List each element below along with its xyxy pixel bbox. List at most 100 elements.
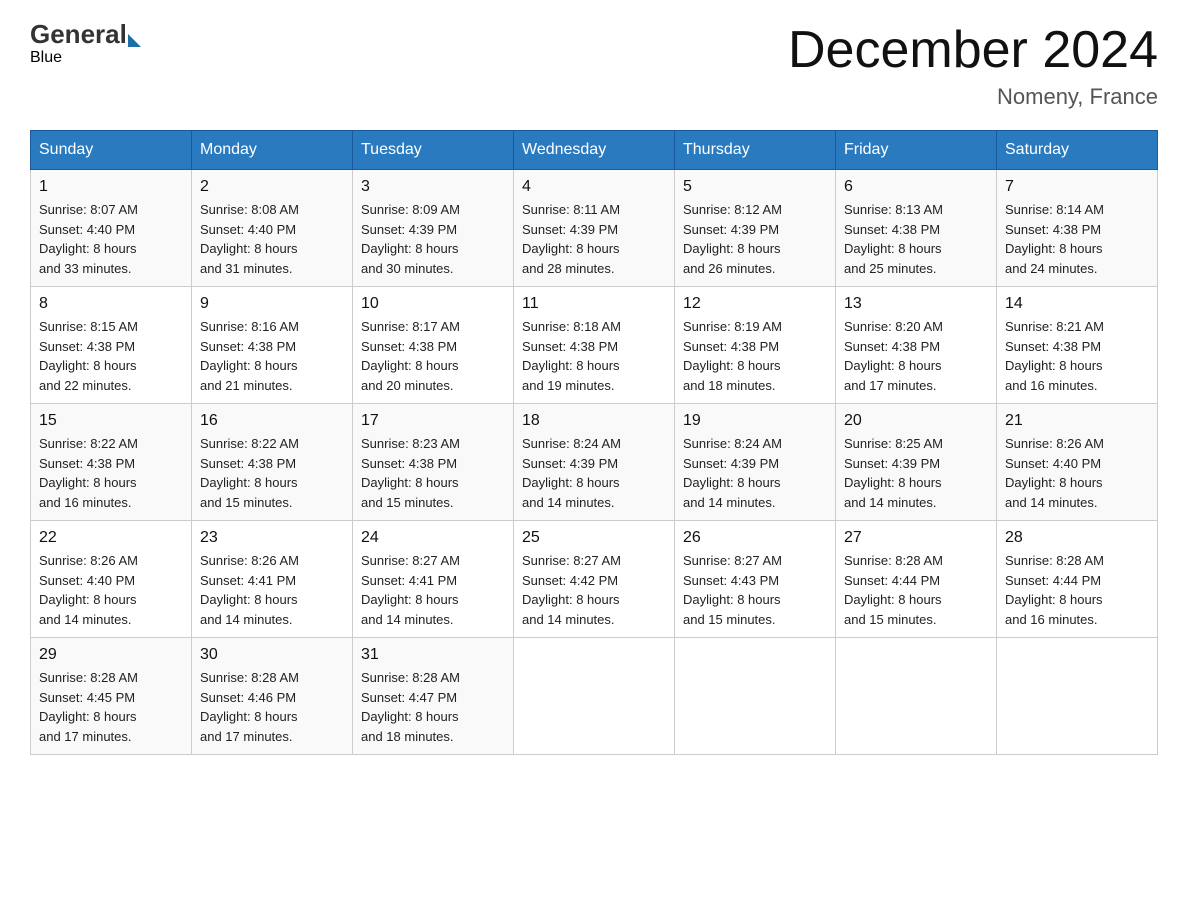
day-number: 24 [361,529,505,547]
day-number: 7 [1005,178,1149,196]
day-info: Sunrise: 8:11 AMSunset: 4:39 PMDaylight:… [522,200,666,278]
day-info: Sunrise: 8:26 AMSunset: 4:41 PMDaylight:… [200,551,344,629]
title-section: December 2024 Nomeny, France [788,20,1158,110]
table-row: 29Sunrise: 8:28 AMSunset: 4:45 PMDayligh… [31,638,192,755]
location-label: Nomeny, France [788,84,1158,110]
day-number: 27 [844,529,988,547]
day-info: Sunrise: 8:13 AMSunset: 4:38 PMDaylight:… [844,200,988,278]
day-number: 30 [200,646,344,664]
day-info: Sunrise: 8:28 AMSunset: 4:46 PMDaylight:… [200,668,344,746]
calendar-table: Sunday Monday Tuesday Wednesday Thursday… [30,130,1158,755]
table-row: 8Sunrise: 8:15 AMSunset: 4:38 PMDaylight… [31,287,192,404]
week-row-1: 1 Sunrise: 8:07 AMSunset: 4:40 PMDaylight… [31,170,1158,287]
table-row: 30 Sunrise: 8:28 AMSunset: 4:46 PMDayligh… [192,638,353,755]
day-info: Sunrise: 8:16 AMSunset: 4:38 PMDaylight:… [200,317,344,395]
table-row: 22Sunrise: 8:26 AMSunset: 4:40 PMDayligh… [31,521,192,638]
table-row: 2Sunrise: 8:08 AMSunset: 4:40 PMDaylight… [192,170,353,287]
table-row: 23Sunrise: 8:26 AMSunset: 4:41 PMDayligh… [192,521,353,638]
day-number: 29 [39,646,183,664]
table-row: 28Sunrise: 8:28 AMSunset: 4:44 PMDayligh… [997,521,1158,638]
day-info: Sunrise: 8:18 AMSunset: 4:38 PMDaylight:… [522,317,666,395]
day-number: 4 [522,178,666,196]
col-monday: Monday [192,131,353,170]
table-row: 6 Sunrise: 8:13 AMSunset: 4:38 PMDaylight… [836,170,997,287]
day-info: Sunrise: 8:14 AMSunset: 4:38 PMDaylight:… [1005,200,1149,278]
day-number: 19 [683,412,827,430]
day-number: 12 [683,295,827,313]
day-number: 6 [844,178,988,196]
col-wednesday: Wednesday [514,131,675,170]
day-number: 18 [522,412,666,430]
day-number: 21 [1005,412,1149,430]
table-row: 21Sunrise: 8:26 AMSunset: 4:40 PMDayligh… [997,404,1158,521]
table-row [997,638,1158,755]
day-info: Sunrise: 8:08 AMSunset: 4:40 PMDaylight:… [200,200,344,278]
day-info: Sunrise: 8:28 AMSunset: 4:47 PMDaylight:… [361,668,505,746]
table-row: 19 Sunrise: 8:24 AMSunset: 4:39 PMDayligh… [675,404,836,521]
logo-blue-text: Blue [30,49,62,66]
page-header: General Blue December 2024 Nomeny, Franc… [30,20,1158,110]
table-row: 24Sunrise: 8:27 AMSunset: 4:41 PMDayligh… [353,521,514,638]
day-number: 31 [361,646,505,664]
table-row: 15 Sunrise: 8:22 AMSunset: 4:38 PMDayligh… [31,404,192,521]
calendar-header-row: Sunday Monday Tuesday Wednesday Thursday… [31,131,1158,170]
table-row: 13 Sunrise: 8:20 AMSunset: 4:38 PMDayligh… [836,287,997,404]
col-sunday: Sunday [31,131,192,170]
day-number: 3 [361,178,505,196]
day-info: Sunrise: 8:15 AMSunset: 4:38 PMDaylight:… [39,317,183,395]
day-info: Sunrise: 8:22 AMSunset: 4:38 PMDaylight:… [200,434,344,512]
table-row: 4 Sunrise: 8:11 AMSunset: 4:39 PMDaylight… [514,170,675,287]
table-row: 26 Sunrise: 8:27 AMSunset: 4:43 PMDayligh… [675,521,836,638]
day-number: 25 [522,529,666,547]
day-info: Sunrise: 8:21 AMSunset: 4:38 PMDaylight:… [1005,317,1149,395]
day-number: 26 [683,529,827,547]
table-row: 11 Sunrise: 8:18 AMSunset: 4:38 PMDayligh… [514,287,675,404]
day-number: 17 [361,412,505,430]
day-number: 28 [1005,529,1149,547]
table-row: 5Sunrise: 8:12 AMSunset: 4:39 PMDaylight… [675,170,836,287]
day-info: Sunrise: 8:24 AMSunset: 4:39 PMDaylight:… [522,434,666,512]
day-info: Sunrise: 8:24 AMSunset: 4:39 PMDaylight:… [683,434,827,512]
table-row [836,638,997,755]
day-info: Sunrise: 8:20 AMSunset: 4:38 PMDaylight:… [844,317,988,395]
day-number: 5 [683,178,827,196]
day-info: Sunrise: 8:22 AMSunset: 4:38 PMDaylight:… [39,434,183,512]
table-row [514,638,675,755]
day-number: 10 [361,295,505,313]
day-info: Sunrise: 8:27 AMSunset: 4:42 PMDaylight:… [522,551,666,629]
logo: General Blue [30,20,141,66]
day-number: 1 [39,178,183,196]
logo-arrow-icon [128,34,141,47]
table-row: 3Sunrise: 8:09 AMSunset: 4:39 PMDaylight… [353,170,514,287]
day-info: Sunrise: 8:07 AMSunset: 4:40 PMDaylight:… [39,200,183,278]
day-number: 20 [844,412,988,430]
day-number: 15 [39,412,183,430]
table-row: 9Sunrise: 8:16 AMSunset: 4:38 PMDaylight… [192,287,353,404]
week-row-5: 29Sunrise: 8:28 AMSunset: 4:45 PMDayligh… [31,638,1158,755]
week-row-2: 8Sunrise: 8:15 AMSunset: 4:38 PMDaylight… [31,287,1158,404]
table-row: 31 Sunrise: 8:28 AMSunset: 4:47 PMDayligh… [353,638,514,755]
day-info: Sunrise: 8:17 AMSunset: 4:38 PMDaylight:… [361,317,505,395]
col-saturday: Saturday [997,131,1158,170]
day-number: 14 [1005,295,1149,313]
table-row: 7 Sunrise: 8:14 AMSunset: 4:38 PMDaylight… [997,170,1158,287]
table-row: 25 Sunrise: 8:27 AMSunset: 4:42 PMDayligh… [514,521,675,638]
day-info: Sunrise: 8:26 AMSunset: 4:40 PMDaylight:… [39,551,183,629]
col-thursday: Thursday [675,131,836,170]
table-row: 17Sunrise: 8:23 AMSunset: 4:38 PMDayligh… [353,404,514,521]
day-number: 13 [844,295,988,313]
table-row: 10 Sunrise: 8:17 AMSunset: 4:38 PMDayligh… [353,287,514,404]
day-info: Sunrise: 8:27 AMSunset: 4:43 PMDaylight:… [683,551,827,629]
day-number: 16 [200,412,344,430]
table-row: 27 Sunrise: 8:28 AMSunset: 4:44 PMDayligh… [836,521,997,638]
table-row: 18 Sunrise: 8:24 AMSunset: 4:39 PMDayligh… [514,404,675,521]
day-number: 11 [522,295,666,313]
col-friday: Friday [836,131,997,170]
week-row-3: 15 Sunrise: 8:22 AMSunset: 4:38 PMDayligh… [31,404,1158,521]
col-tuesday: Tuesday [353,131,514,170]
day-info: Sunrise: 8:28 AMSunset: 4:44 PMDaylight:… [844,551,988,629]
week-row-4: 22Sunrise: 8:26 AMSunset: 4:40 PMDayligh… [31,521,1158,638]
day-info: Sunrise: 8:25 AMSunset: 4:39 PMDaylight:… [844,434,988,512]
table-row [675,638,836,755]
day-info: Sunrise: 8:19 AMSunset: 4:38 PMDaylight:… [683,317,827,395]
